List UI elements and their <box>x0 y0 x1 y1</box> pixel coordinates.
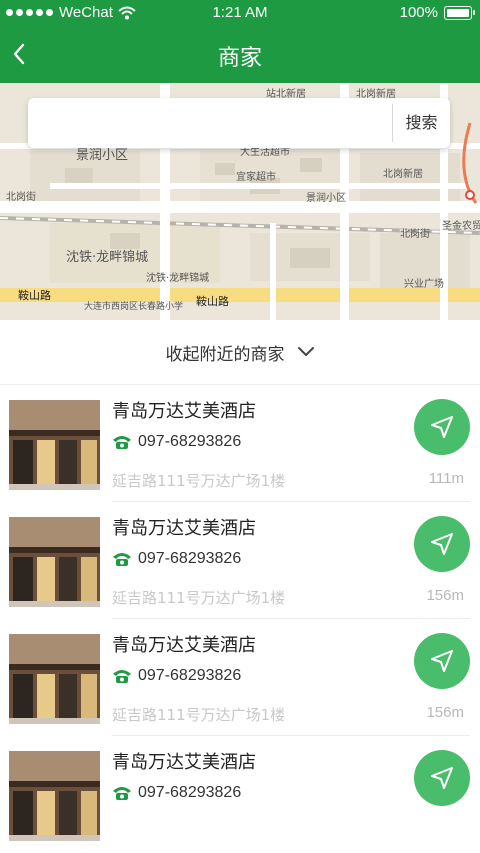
list-item[interactable]: 青岛万达艾美酒店 097-68293826 延吉路111号万达广场1楼 111m <box>0 385 480 502</box>
search-input[interactable] <box>38 106 382 142</box>
collapse-nearby-toggle[interactable]: 收起附近的商家 <box>0 320 480 385</box>
search-bar: 搜索 <box>28 98 450 148</box>
map-label: 北岗街 <box>6 190 36 203</box>
map-label: 景润小区 <box>306 191 346 204</box>
store-distance: 156m <box>426 587 464 604</box>
navigation-arrow-icon <box>431 533 453 555</box>
chevron-down-icon <box>297 347 314 356</box>
store-phone-number: 097-68293826 <box>138 784 242 801</box>
store-phone-number: 097-68293826 <box>138 667 242 684</box>
collapse-nearby-label: 收起附近的商家 <box>165 344 285 365</box>
store-phone[interactable]: 097-68293826 <box>112 784 241 802</box>
map-label: 兴业广场 <box>404 277 444 290</box>
store-name: 青岛万达艾美酒店 <box>112 752 256 773</box>
store-distance: 111m <box>428 470 464 487</box>
store-distance: 156m <box>426 704 464 721</box>
store-phone-number: 097-68293826 <box>138 550 242 567</box>
navigation-arrow-icon <box>431 767 453 789</box>
store-phone[interactable]: 097-68293826 <box>112 433 241 451</box>
page-title: 商家 <box>217 46 262 71</box>
store-name: 青岛万达艾美酒店 <box>112 635 256 656</box>
store-thumbnail <box>9 634 100 724</box>
map-label: 鞍山路 <box>18 288 51 302</box>
store-address: 延吉路111号万达广场1楼 <box>112 472 286 490</box>
map-label: 大连市西岗区长春路小学 <box>84 300 183 312</box>
navigate-button[interactable] <box>414 633 470 689</box>
navigate-button[interactable] <box>414 399 470 455</box>
status-bar: WeChat 1:21 AM 100% <box>0 0 480 25</box>
phone-icon <box>113 436 131 449</box>
phone-icon <box>113 553 131 566</box>
list-item[interactable]: 青岛万达艾美酒店 097-68293826 延吉路111号万达广场1楼 156m <box>0 502 480 619</box>
store-phone[interactable]: 097-68293826 <box>112 667 241 685</box>
map-label: 宜家超市 <box>236 170 276 183</box>
list-item[interactable]: 青岛万达艾美酒店 097-68293826 延吉路111号万达广场1楼 156m <box>0 619 480 736</box>
list-item[interactable]: 青岛万达艾美酒店 097-68293826 <box>0 736 480 853</box>
map-label: 北岗新居 <box>383 167 423 180</box>
map-label: 沈铁·龙畔锦城 <box>66 250 148 265</box>
map-label: 圣金农贸 <box>442 219 480 232</box>
store-address: 延吉路111号万达广场1楼 <box>112 706 286 724</box>
map-label: 鞍山路 <box>196 294 229 308</box>
store-thumbnail <box>9 517 100 607</box>
status-right: 100% <box>399 4 475 21</box>
battery-icon <box>444 5 475 20</box>
navigation-arrow-icon <box>431 416 453 438</box>
store-name: 青岛万达艾美酒店 <box>112 401 256 422</box>
phone-icon <box>113 787 131 800</box>
store-thumbnail <box>9 400 100 490</box>
store-phone-number: 097-68293826 <box>138 433 242 450</box>
navigate-button[interactable] <box>414 516 470 572</box>
phone-icon <box>113 670 131 683</box>
store-phone[interactable]: 097-68293826 <box>112 550 241 568</box>
map-label: 北岗街 <box>400 227 430 240</box>
battery-label: 100% <box>399 4 438 21</box>
map-label: 景润小区 <box>76 148 128 163</box>
navigate-button[interactable] <box>414 750 470 806</box>
store-address: 延吉路111号万达广场1楼 <box>112 589 286 607</box>
store-thumbnail <box>9 751 100 841</box>
map-label: 沈铁·龙畔锦城 <box>146 271 209 284</box>
search-button[interactable]: 搜索 <box>393 98 450 148</box>
nav-bar: 商家 <box>0 25 480 83</box>
navigation-arrow-icon <box>431 650 453 672</box>
store-name: 青岛万达艾美酒店 <box>112 518 256 539</box>
